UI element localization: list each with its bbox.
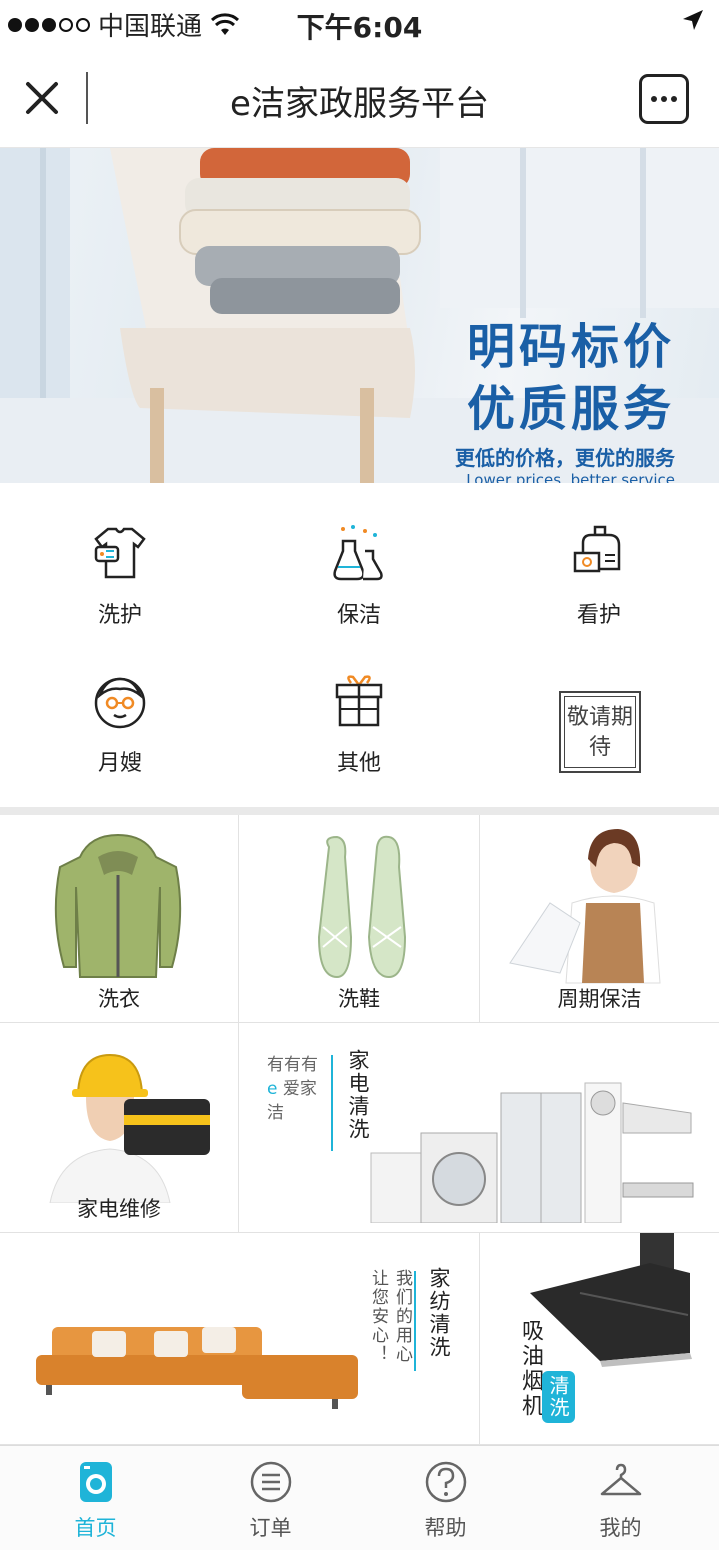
banner-line-2: 优质服务 xyxy=(466,381,675,437)
product-range-hood-cleaning[interactable]: 吸油烟机 清洗 xyxy=(480,1233,719,1445)
more-dot xyxy=(661,96,667,102)
jacket-image xyxy=(54,833,182,978)
section-divider xyxy=(0,807,719,815)
flask-icon xyxy=(333,525,383,581)
gift-box-icon xyxy=(335,675,383,727)
coming-soon-text: 敬请期待 xyxy=(564,696,636,768)
appliance-slogan-line-2: e 爱家 xyxy=(267,1077,318,1101)
hanger-icon xyxy=(600,1463,641,1496)
product-appliance-cleaning[interactable]: 家电清洗 有有有 e 爱家 洁 xyxy=(239,1023,719,1233)
shoes-image xyxy=(317,835,407,979)
nanny-icon xyxy=(94,677,146,729)
tab-label: 我的 xyxy=(599,1516,642,1540)
product-label: 家电维修 xyxy=(77,1197,161,1221)
appliances-image xyxy=(370,1082,694,1223)
service-label: 洗护 xyxy=(97,603,142,628)
tab-label: 首页 xyxy=(74,1516,117,1540)
sofa-image xyxy=(36,1327,358,1409)
more-menu-button[interactable] xyxy=(639,74,689,124)
textile-slogan-b: 我们的用心 xyxy=(392,1269,412,1364)
product-label: 洗鞋 xyxy=(338,987,380,1011)
service-label: 看护 xyxy=(576,603,621,628)
status-time: 下午6:04 xyxy=(296,11,423,44)
more-dot xyxy=(651,96,657,102)
tab-bar: 首页 订单 帮助 我的 xyxy=(0,1445,719,1550)
nursing-icon xyxy=(573,525,621,573)
service-categories: 洗护 保洁 看护 月嫂 其他 敬请期待 xyxy=(0,483,719,807)
service-nursing[interactable]: 看护 xyxy=(479,523,719,629)
tab-home[interactable]: 首页 xyxy=(8,1446,183,1550)
service-label: 月嫂 xyxy=(97,751,142,776)
repairman-image xyxy=(49,1053,210,1203)
service-maternity-nanny[interactable]: 月嫂 xyxy=(0,671,240,777)
product-appliance-repair[interactable]: 家电维修 xyxy=(0,1023,239,1233)
tab-mine[interactable]: 我的 xyxy=(533,1446,708,1550)
home-washer-icon xyxy=(79,1462,112,1502)
service-other[interactable]: 其他 xyxy=(239,671,479,777)
tab-label: 帮助 xyxy=(424,1516,467,1540)
question-mark-icon xyxy=(425,1461,466,1503)
tshirt-icon xyxy=(94,527,146,579)
banner-slogan: 明码标价 优质服务 更低的价格，更优的服务 Lower prices, bett… xyxy=(455,316,675,483)
tab-orders[interactable]: 订单 xyxy=(183,1446,358,1550)
textile-slogan-a: 让您安心！ xyxy=(368,1269,388,1364)
promo-banner[interactable]: 明码标价 优质服务 更低的价格，更优的服务 Lower prices, bett… xyxy=(0,148,719,483)
slogan-love-home: 爱家 xyxy=(282,1079,317,1099)
appliance-slogan: 有有有 e 爱家 洁 xyxy=(267,1053,318,1125)
list-icon xyxy=(250,1461,291,1503)
product-grid: 洗衣 洗鞋 周期保洁 家电维修 家电清洗 有有有 e 爱家 洁 家纺清洗 我们的… xyxy=(0,815,719,1445)
appliance-slogan-line-3: 洁 xyxy=(267,1103,284,1123)
product-periodic-cleaning[interactable]: 周期保洁 xyxy=(480,815,719,1023)
coming-soon-badge: 敬请期待 xyxy=(559,691,641,773)
tab-label: 订单 xyxy=(249,1516,292,1540)
product-laundry[interactable]: 洗衣 xyxy=(0,815,239,1023)
service-cleaning[interactable]: 保洁 xyxy=(239,523,479,629)
status-bar: 中国联通 下午6:04 xyxy=(0,0,719,46)
banner-line-3: 更低的价格，更优的服务 xyxy=(455,446,675,470)
nav-bar: e洁家政服务平台 xyxy=(0,46,719,148)
appliance-slogan-line-1: 有有有 xyxy=(267,1055,318,1075)
service-laundry-care[interactable]: 洗护 xyxy=(0,523,240,629)
product-textile-cleaning[interactable]: 家纺清洗 我们的用心 让您安心！ xyxy=(0,1233,480,1445)
textile-title: 家纺清洗 xyxy=(427,1267,451,1359)
tab-help[interactable]: 帮助 xyxy=(358,1446,533,1550)
hood-tag: 清洗 xyxy=(542,1371,575,1423)
appliance-accent-line xyxy=(331,1055,333,1151)
product-label: 周期保洁 xyxy=(557,987,642,1011)
service-label: 其他 xyxy=(336,751,381,776)
location-arrow-icon xyxy=(683,10,703,30)
more-dot xyxy=(671,96,677,102)
product-shoes[interactable]: 洗鞋 xyxy=(239,815,480,1023)
range-hood-image xyxy=(530,1233,692,1367)
banner-line-4: Lower prices, better service xyxy=(466,471,675,483)
cleaner-woman-image xyxy=(509,829,661,984)
product-label: 洗衣 xyxy=(98,987,140,1011)
page-title: e洁家政服务平台 xyxy=(230,84,489,124)
slogan-e: e xyxy=(267,1079,278,1099)
service-label: 保洁 xyxy=(336,603,381,628)
banner-line-1: 明码标价 xyxy=(466,319,675,375)
